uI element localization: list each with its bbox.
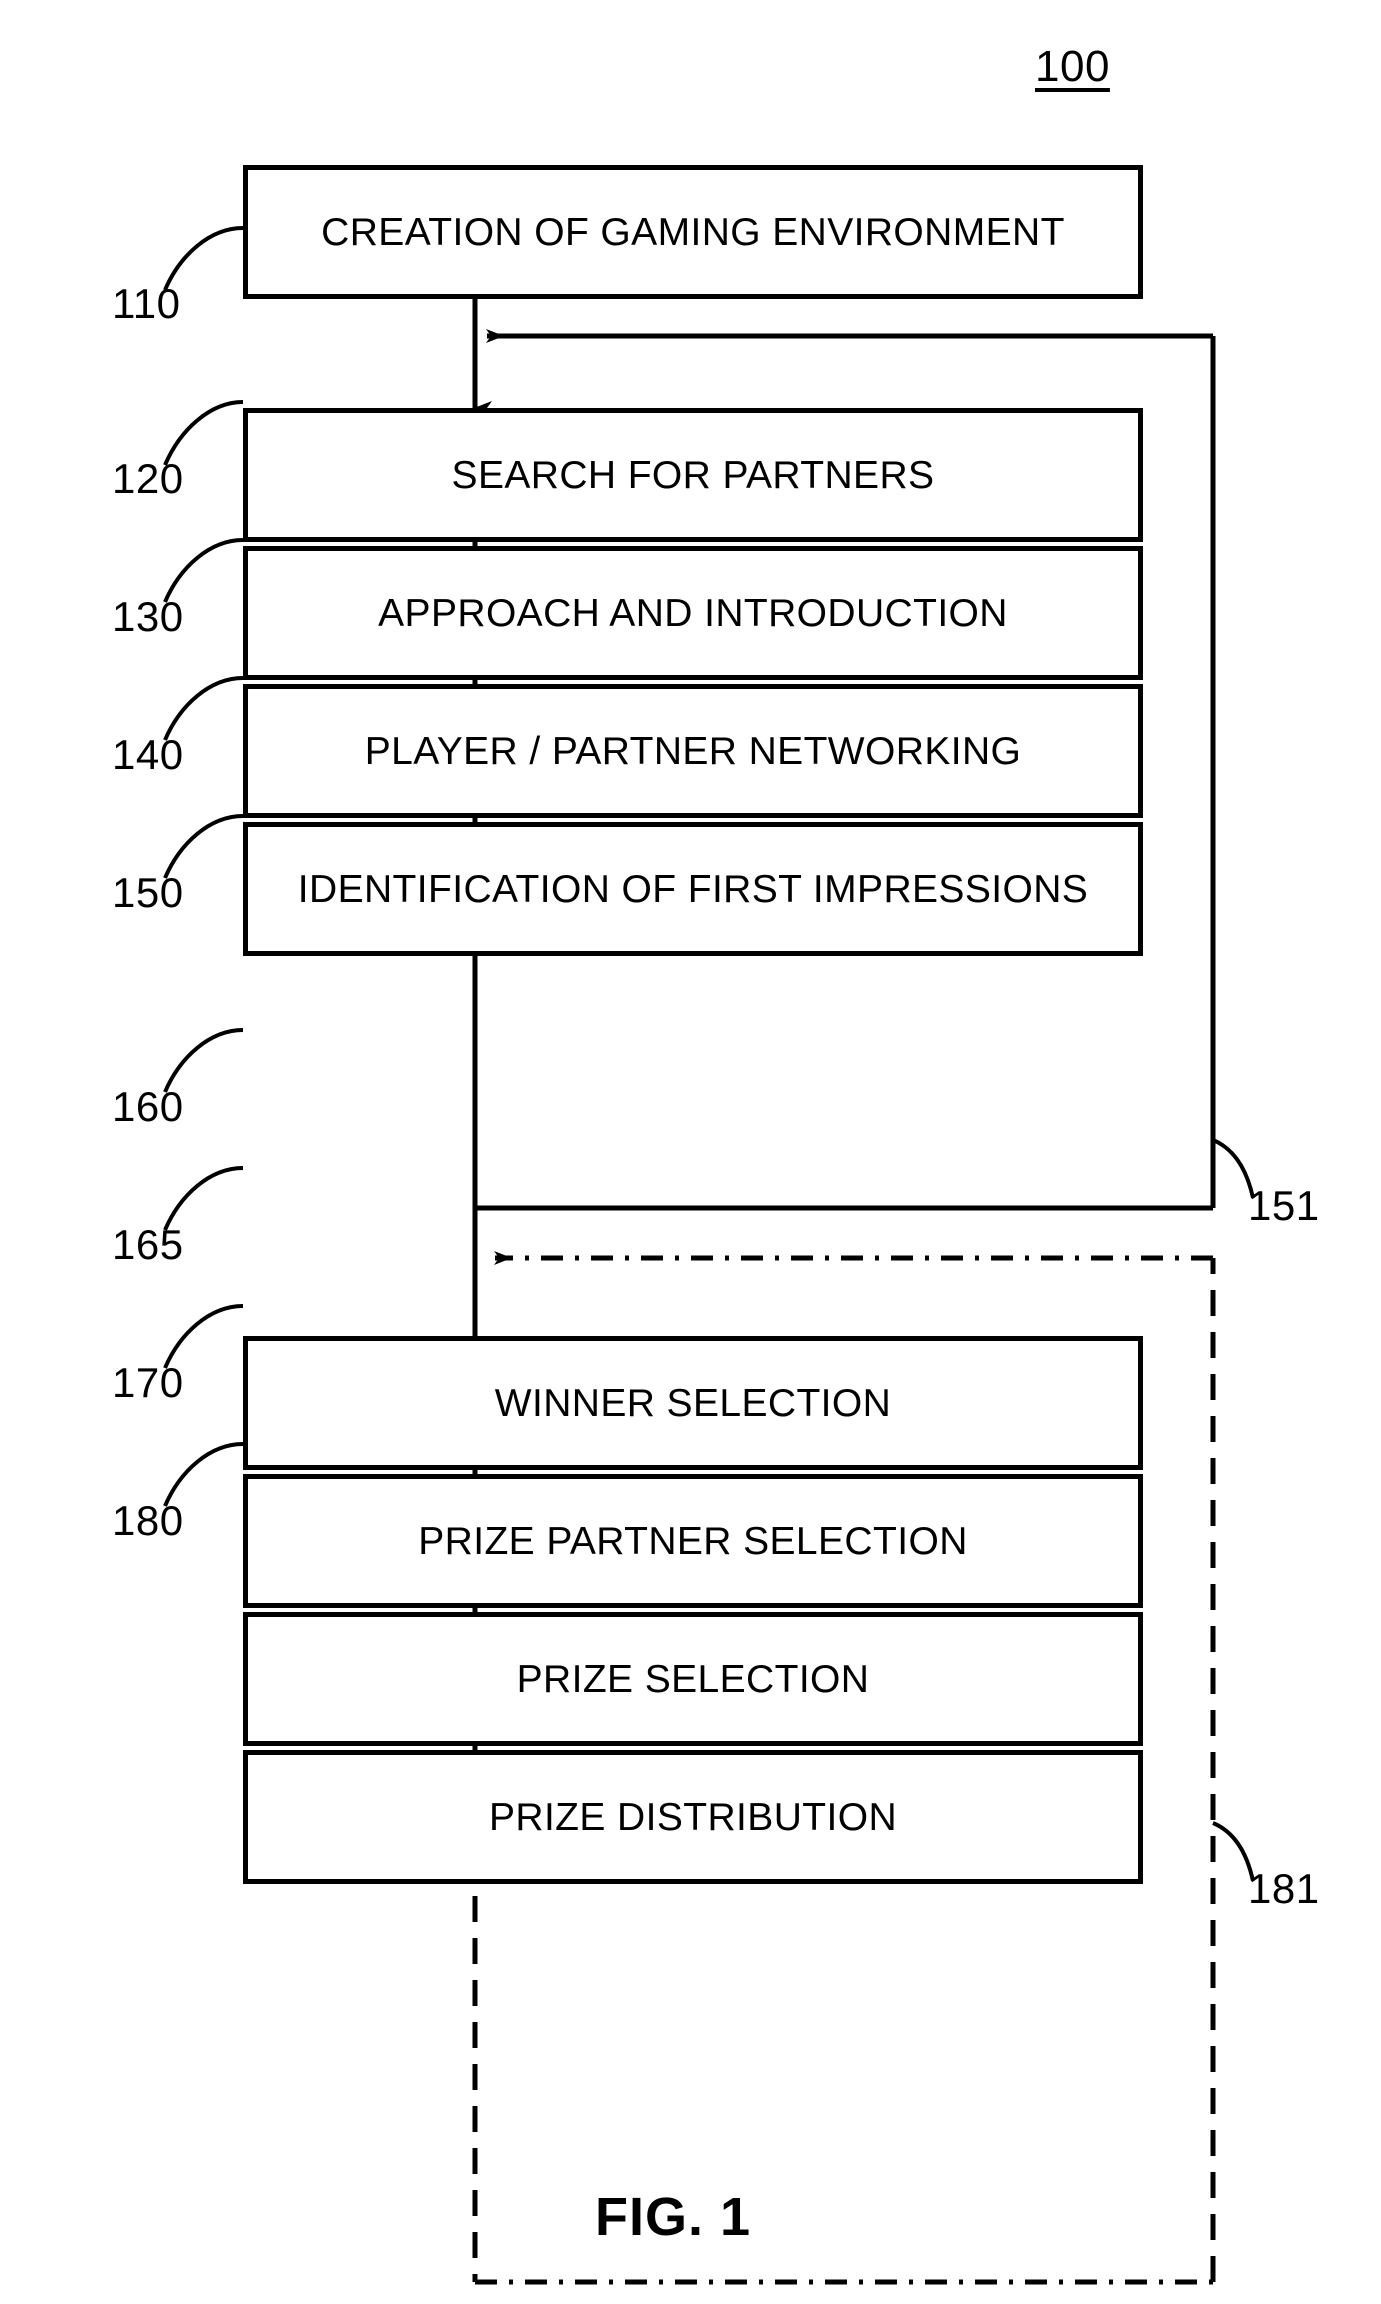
process-box-130[interactable]: APPROACH AND INTRODUCTION	[243, 546, 1143, 680]
reference-numeral-130: 130	[112, 593, 184, 640]
reference-numeral-170: 170	[112, 1359, 184, 1406]
reference-numeral-150: 150	[112, 869, 184, 916]
process-box-160-label: WINNER SELECTION	[494, 1381, 892, 1425]
reference-numeral-180: 180	[112, 1497, 184, 1544]
process-box-180-label: PRIZE DISTRIBUTION	[488, 1795, 898, 1839]
process-box-140-label: PLAYER / PARTNER NETWORKING	[364, 729, 1022, 773]
reference-numeral-110: 110	[112, 280, 181, 327]
reference-numeral-140: 140	[112, 731, 184, 778]
process-box-120-label: SEARCH FOR PARTNERS	[451, 453, 935, 497]
process-box-110[interactable]: CREATION OF GAMING ENVIRONMENT	[243, 165, 1143, 299]
connector-layer	[163, 226, 1255, 2285]
process-box-180[interactable]: PRIZE DISTRIBUTION	[243, 1750, 1143, 1884]
patent-figure: 100 CREATION OF GAMING ENVIRONMENT SEARC…	[0, 0, 1381, 2304]
leader-line-151	[1212, 1138, 1255, 1199]
figure-caption: FIG. 1	[595, 2187, 752, 2247]
reference-numeral-165: 165	[112, 1221, 184, 1268]
process-box-165[interactable]: PRIZE PARTNER SELECTION	[243, 1474, 1143, 1608]
reference-numeral-151: 151	[1248, 1182, 1320, 1229]
figure-reference-number: 100	[1035, 42, 1110, 91]
process-box-120[interactable]: SEARCH FOR PARTNERS	[243, 408, 1143, 542]
process-box-160[interactable]: WINNER SELECTION	[243, 1336, 1143, 1470]
process-box-150-label: IDENTIFICATION OF FIRST IMPRESSIONS	[297, 867, 1089, 911]
process-box-110-label: CREATION OF GAMING ENVIRONMENT	[321, 210, 1065, 254]
process-box-170-label: PRIZE SELECTION	[516, 1657, 870, 1701]
process-box-140[interactable]: PLAYER / PARTNER NETWORKING	[243, 684, 1143, 818]
process-box-165-label: PRIZE PARTNER SELECTION	[418, 1519, 968, 1563]
reference-numeral-160: 160	[112, 1083, 184, 1130]
process-box-170[interactable]: PRIZE SELECTION	[243, 1612, 1143, 1746]
leader-line-181	[1212, 1821, 1255, 1882]
process-box-150[interactable]: IDENTIFICATION OF FIRST IMPRESSIONS	[243, 822, 1143, 956]
reference-numeral-181: 181	[1248, 1865, 1320, 1912]
reference-numeral-120: 120	[112, 455, 184, 502]
process-box-130-label: APPROACH AND INTRODUCTION	[378, 591, 1008, 635]
